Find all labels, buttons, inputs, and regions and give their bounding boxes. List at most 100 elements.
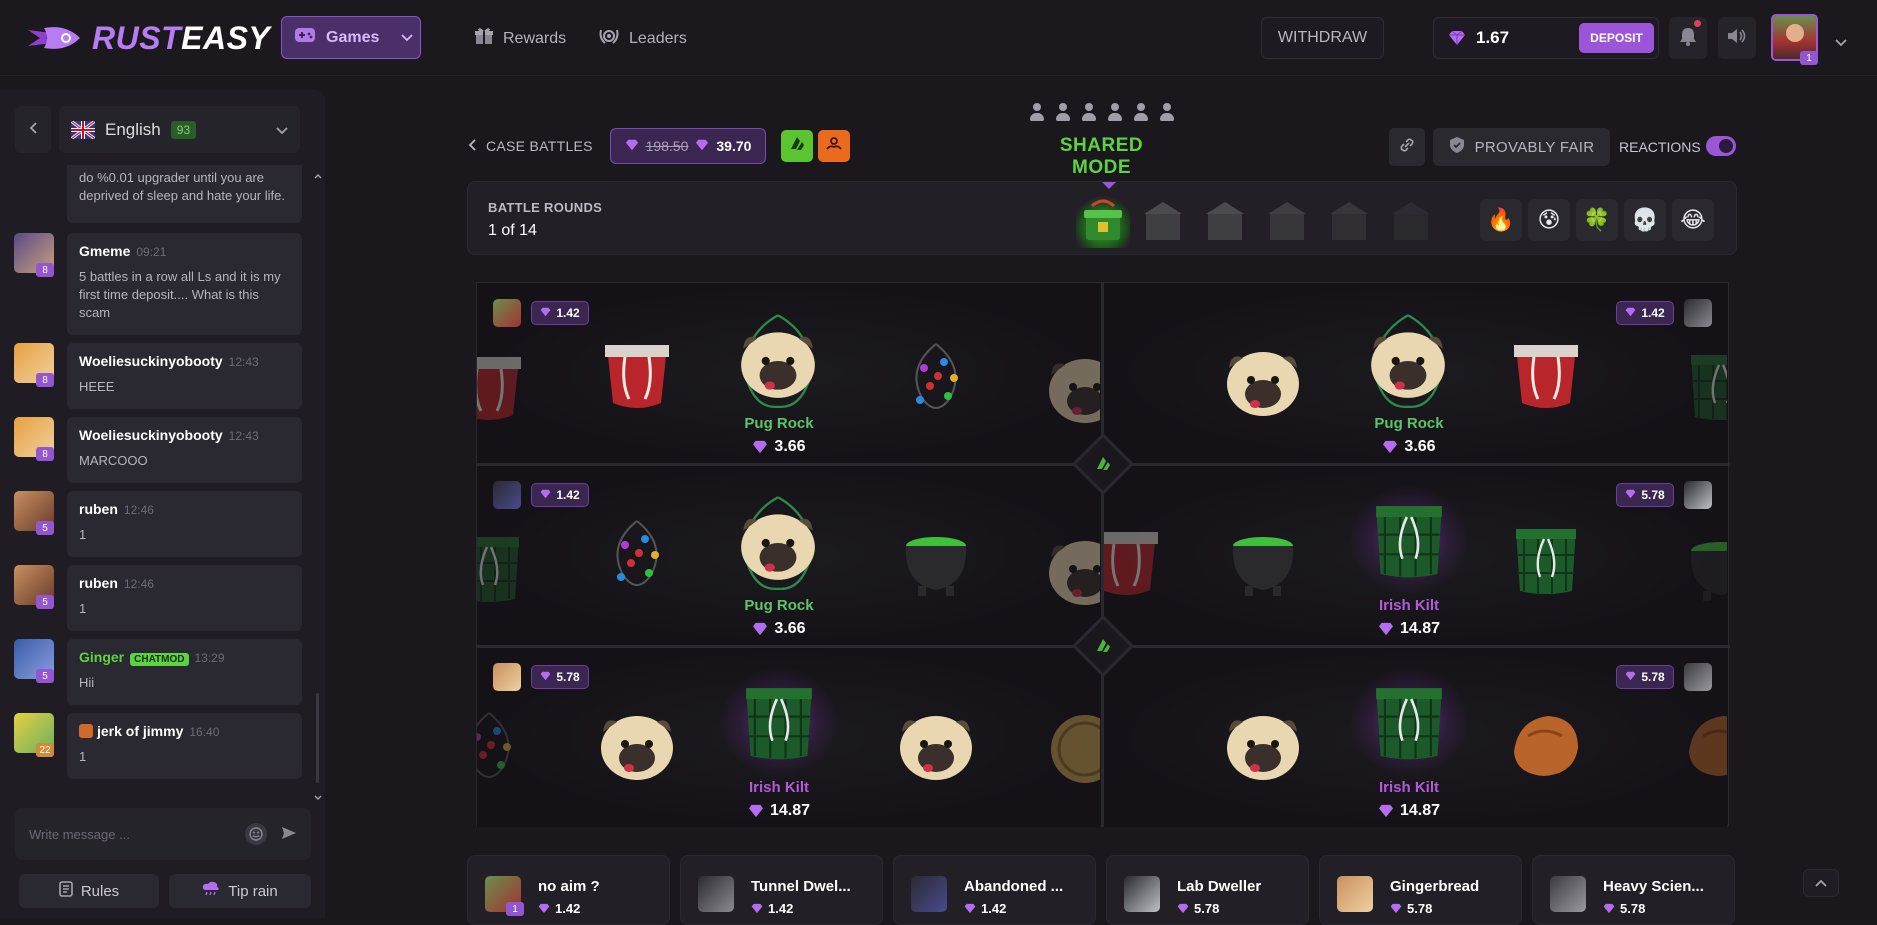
message-author[interactable]: Ginger: [79, 649, 124, 665]
balance-value: 1.67: [1476, 28, 1510, 47]
player-card-6[interactable]: Heavy Scien... 5.78: [1532, 855, 1735, 925]
player-avatar[interactable]: [1684, 299, 1712, 327]
player-avatar[interactable]: [1684, 481, 1712, 509]
message-time: 12:46: [123, 503, 154, 517]
player-lane-1: 1.42 Pug Rock 3.66: [477, 283, 1100, 463]
logo-text-easy: EASY: [181, 19, 271, 56]
gem-icon: [540, 670, 551, 684]
top-header: RUSTEASY Games Rewards Leaders WITHDRAW …: [0, 0, 1877, 76]
chat-scrollbar[interactable]: [314, 168, 322, 800]
message-author[interactable]: jerk of jimmy: [97, 723, 183, 739]
round-case-3[interactable]: [1198, 196, 1252, 248]
round-case-6[interactable]: [1384, 196, 1438, 248]
player-value-text: 5.78: [1194, 901, 1220, 916]
player-value-text: 1.42: [555, 901, 581, 916]
deposit-button[interactable]: DEPOSIT: [1579, 23, 1654, 53]
round-case-2[interactable]: [1136, 196, 1190, 248]
sound-button[interactable]: [1718, 17, 1756, 59]
reactions-toggle[interactable]: [1706, 136, 1736, 156]
player-lane-value: 1.42: [531, 301, 589, 325]
shared-mode-icon: [1088, 631, 1118, 661]
send-icon[interactable]: [281, 826, 297, 843]
online-count-badge: 93: [170, 120, 197, 139]
round-case-4[interactable]: [1260, 196, 1314, 248]
bell-icon: [1679, 26, 1697, 51]
message-text: HEEE: [79, 379, 115, 394]
pug-rock-item: [1221, 338, 1305, 422]
message-text: 5 battles in a row all Ls and it is my f…: [79, 269, 281, 320]
tip-rain-button[interactable]: Tip rain: [169, 874, 311, 908]
message-author[interactable]: Woeliesuckinyobooty: [79, 353, 223, 369]
nav-rewards[interactable]: Rewards: [474, 26, 566, 51]
logo[interactable]: RUSTEASY: [26, 18, 270, 58]
rain-cloud-icon: [202, 881, 220, 901]
emoji-icon[interactable]: [245, 823, 267, 845]
notifications-button[interactable]: [1669, 17, 1707, 59]
item-price: 14.87: [769, 802, 811, 819]
level-badge: 5: [36, 521, 54, 535]
message-time: 09:21: [136, 245, 167, 259]
irish-kilt-item: [733, 675, 825, 767]
case-battles-back-link[interactable]: CASE BATTLES: [468, 138, 593, 154]
language-select[interactable]: English 93: [59, 106, 300, 153]
player-card-1[interactable]: 1 no aim ? 1.42: [467, 855, 670, 925]
terminal-mode-button[interactable]: [818, 130, 850, 162]
player-lane-2: 1.42 Pug Rock 3.66: [1104, 283, 1727, 463]
reaction-fire-button[interactable]: 🔥: [1480, 199, 1522, 241]
player-card-3[interactable]: Abandoned ... 1.42: [893, 855, 1096, 925]
message-text: MARCOOO: [79, 453, 148, 468]
copy-link-button[interactable]: [1389, 128, 1425, 166]
reaction-anxious-button[interactable]: 😰: [1528, 199, 1570, 241]
player-avatar[interactable]: [493, 663, 521, 691]
message-author[interactable]: Gmeme: [79, 243, 130, 259]
pug-rock-item: [735, 500, 821, 586]
rules-button[interactable]: Rules: [19, 874, 159, 908]
player-name: Tunnel Dwel...: [751, 878, 851, 895]
gem-icon: [540, 488, 551, 502]
chevron-down-icon[interactable]: [1835, 34, 1847, 52]
message-author[interactable]: Woeliesuckinyobooty: [79, 427, 223, 443]
reaction-skull-button[interactable]: 💀: [1624, 199, 1666, 241]
player-lane-5: 5.78 Irish Kilt 14.87: [477, 647, 1100, 827]
player-name: Lab Dweller: [1177, 878, 1262, 895]
message-author[interactable]: ruben: [79, 501, 118, 517]
logo-rocket-icon: [26, 24, 84, 52]
games-dropdown[interactable]: Games: [281, 16, 421, 59]
xmas-sack-item: [595, 333, 679, 417]
winning-item-price: 3.66: [1339, 438, 1479, 456]
message-time: 12:43: [228, 429, 259, 443]
message-time: 12:43: [228, 355, 259, 369]
share-mode-button[interactable]: [781, 130, 813, 162]
nav-leaders[interactable]: Leaders: [598, 26, 687, 51]
player-lane-6: 5.78 Irish Kilt 14.87: [1104, 647, 1727, 827]
provably-fair-button[interactable]: PROVABLY FAIR: [1433, 128, 1610, 166]
message-input[interactable]: Write message ...: [29, 827, 245, 842]
message-text: do %0.01 upgrader until you are deprived…: [79, 170, 285, 203]
irish-kilt-item: [1679, 343, 1727, 427]
level-badge: 8: [36, 373, 54, 387]
winning-item-name: Pug Rock: [744, 415, 814, 432]
player-value: 5.78: [1603, 901, 1645, 916]
player-avatar[interactable]: [493, 481, 521, 509]
message-author[interactable]: ruben: [79, 575, 118, 591]
reaction-clover-button[interactable]: 🍀: [1576, 199, 1618, 241]
games-label: Games: [326, 28, 380, 46]
xmas-sack-item: [1104, 520, 1168, 604]
sidebar-collapse-button[interactable]: [15, 106, 51, 153]
chevron-down-icon: [276, 120, 288, 140]
player-card-4[interactable]: Lab Dweller 5.78: [1106, 855, 1309, 925]
round-case-5[interactable]: [1322, 196, 1376, 248]
player-avatar[interactable]: [493, 299, 521, 327]
winning-item-price: 14.87: [709, 802, 849, 820]
scroll-to-top-button[interactable]: [1803, 869, 1839, 897]
player-avatar[interactable]: [1684, 663, 1712, 691]
level-badge: 8: [36, 263, 54, 277]
round-case-1[interactable]: [1076, 196, 1130, 248]
player-card-2[interactable]: Tunnel Dwel... 1.42: [680, 855, 883, 925]
reaction-laugh-button[interactable]: 😂: [1672, 199, 1714, 241]
lane-divider-vertical: [1101, 283, 1104, 827]
avatar: [1550, 876, 1586, 912]
leaders-label: Leaders: [629, 29, 687, 47]
player-card-5[interactable]: Gingerbread 5.78: [1319, 855, 1522, 925]
withdraw-button[interactable]: WITHDRAW: [1261, 17, 1384, 59]
